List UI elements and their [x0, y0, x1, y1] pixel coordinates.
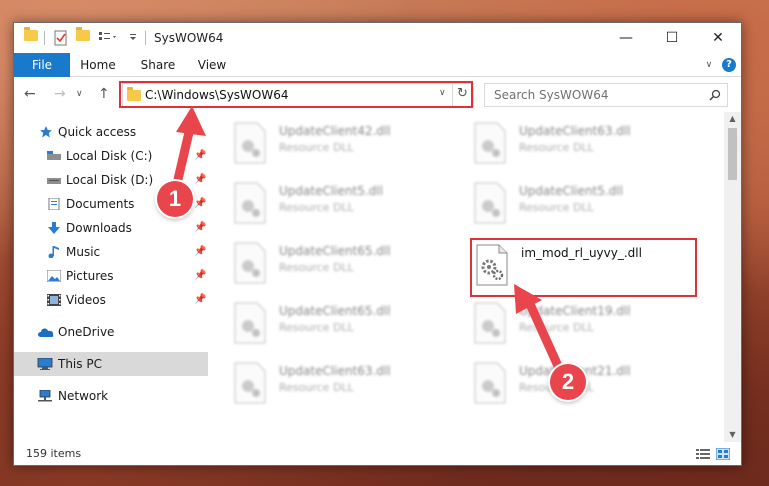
sidebar-item-music[interactable]: Music 📌: [14, 240, 208, 264]
dll-file-icon: [234, 242, 266, 284]
pin-icon[interactable]: 📌: [194, 216, 206, 240]
properties-icon[interactable]: [54, 30, 68, 46]
pin-icon[interactable]: 📌: [194, 288, 206, 312]
help-icon[interactable]: ?: [722, 58, 736, 72]
close-button[interactable]: ✕: [695, 23, 741, 53]
scroll-down-icon[interactable]: ▼: [724, 428, 741, 442]
file-item[interactable]: UpdateClient63.dll Resource DLL: [473, 122, 703, 174]
dll-file-icon: [234, 182, 266, 224]
network-icon: [38, 390, 52, 402]
tab-share[interactable]: Share: [136, 53, 180, 77]
pin-icon[interactable]: 📌: [194, 240, 206, 264]
dll-file-icon: [474, 182, 506, 224]
pin-icon[interactable]: 📌: [194, 168, 206, 192]
search-box[interactable]: Search SysWOW64: [484, 83, 728, 107]
computer-icon: [37, 358, 53, 370]
drive-icon: [47, 178, 61, 184]
tab-file[interactable]: File: [14, 53, 70, 77]
details-view-icon[interactable]: [696, 448, 710, 460]
expand-ribbon-icon[interactable]: ∨: [702, 58, 716, 72]
documents-icon: [48, 198, 60, 210]
title-bar: SysWOW64 — ☐ ✕: [14, 23, 741, 53]
videos-icon: [47, 294, 61, 306]
pin-icon[interactable]: 📌: [194, 264, 206, 288]
maximize-button[interactable]: ☐: [649, 23, 695, 53]
dll-file-icon: [474, 362, 506, 404]
file-item[interactable]: UpdateClient65.dll Resource DLL: [233, 242, 463, 294]
title-divider: [44, 31, 45, 45]
file-item[interactable]: UpdateClient21.dll Resource DLL: [473, 362, 703, 414]
scroll-up-icon[interactable]: ▲: [724, 112, 741, 126]
file-item[interactable]: UpdateClient63.dll Resource DLL: [233, 362, 463, 414]
file-item[interactable]: UpdateClient5.dll Resource DLL: [473, 182, 703, 234]
step-2-badge: 2: [550, 364, 586, 400]
file-item[interactable]: UpdateClient19.dll Resource DLL: [473, 302, 703, 354]
minimize-button[interactable]: —: [603, 23, 649, 53]
file-item[interactable]: UpdateClient65.dll Resource DLL: [233, 302, 463, 354]
up-arrow-icon[interactable]: ↑: [98, 86, 110, 102]
vertical-scrollbar[interactable]: ▲ ▼: [724, 112, 741, 442]
recent-locations-icon[interactable]: ∨: [76, 89, 83, 99]
file-item[interactable]: UpdateClient42.dll Resource DLL: [233, 122, 463, 174]
folder-icon: [24, 27, 38, 46]
customize-toolbar-icon[interactable]: [128, 30, 138, 46]
address-bar-highlight: [119, 81, 473, 108]
sidebar-item-network[interactable]: Network: [14, 384, 208, 408]
window-title: SysWOW64: [154, 31, 224, 45]
view-options-icon[interactable]: [98, 30, 118, 46]
pin-icon[interactable]: 📌: [194, 192, 206, 216]
sidebar-item-quick-access[interactable]: Quick access: [14, 120, 208, 144]
forward-arrow-icon[interactable]: →: [54, 86, 66, 102]
sidebar-item-downloads[interactable]: Downloads 📌: [14, 216, 208, 240]
back-arrow-icon[interactable]: ←: [24, 86, 36, 102]
dll-file-icon: [474, 302, 506, 344]
tab-home[interactable]: Home: [76, 53, 120, 77]
status-bar: 159 items: [14, 442, 741, 465]
sidebar-item-pictures[interactable]: Pictures 📌: [14, 264, 208, 288]
tab-view[interactable]: View: [190, 53, 234, 77]
star-icon: [40, 126, 52, 138]
drive-icon: [47, 151, 61, 160]
onedrive-icon: [38, 328, 54, 337]
music-icon: [48, 246, 59, 258]
dll-file-icon: [474, 122, 506, 164]
new-folder-icon[interactable]: [76, 27, 90, 46]
file-highlight: [470, 238, 697, 297]
step-1-badge: 1: [157, 181, 193, 217]
file-item[interactable]: UpdateClient5.dll Resource DLL: [233, 182, 463, 234]
dll-file-icon: [234, 122, 266, 164]
navigation-pane: Quick access Local Disk (C:) 📌 Local Dis…: [14, 112, 208, 442]
sidebar-item-onedrive[interactable]: OneDrive: [14, 320, 208, 344]
scroll-thumb[interactable]: [728, 128, 737, 180]
downloads-icon: [48, 222, 60, 234]
item-count: 159 items: [26, 447, 82, 460]
sidebar-item-local-disk-c[interactable]: Local Disk (C:) 📌: [14, 144, 208, 168]
pin-icon[interactable]: 📌: [194, 144, 206, 168]
pictures-icon: [47, 270, 61, 282]
large-icons-view-icon[interactable]: [716, 448, 730, 460]
sidebar-item-videos[interactable]: Videos 📌: [14, 288, 208, 312]
sidebar-item-this-pc[interactable]: This PC: [14, 352, 208, 376]
dll-file-icon: [234, 302, 266, 344]
title-divider: [145, 31, 146, 45]
search-icon[interactable]: [709, 89, 721, 101]
dll-file-icon: [234, 362, 266, 404]
search-placeholder: Search SysWOW64: [494, 88, 609, 102]
ribbon-tabs: File Home Share View ∨ ?: [14, 53, 741, 77]
